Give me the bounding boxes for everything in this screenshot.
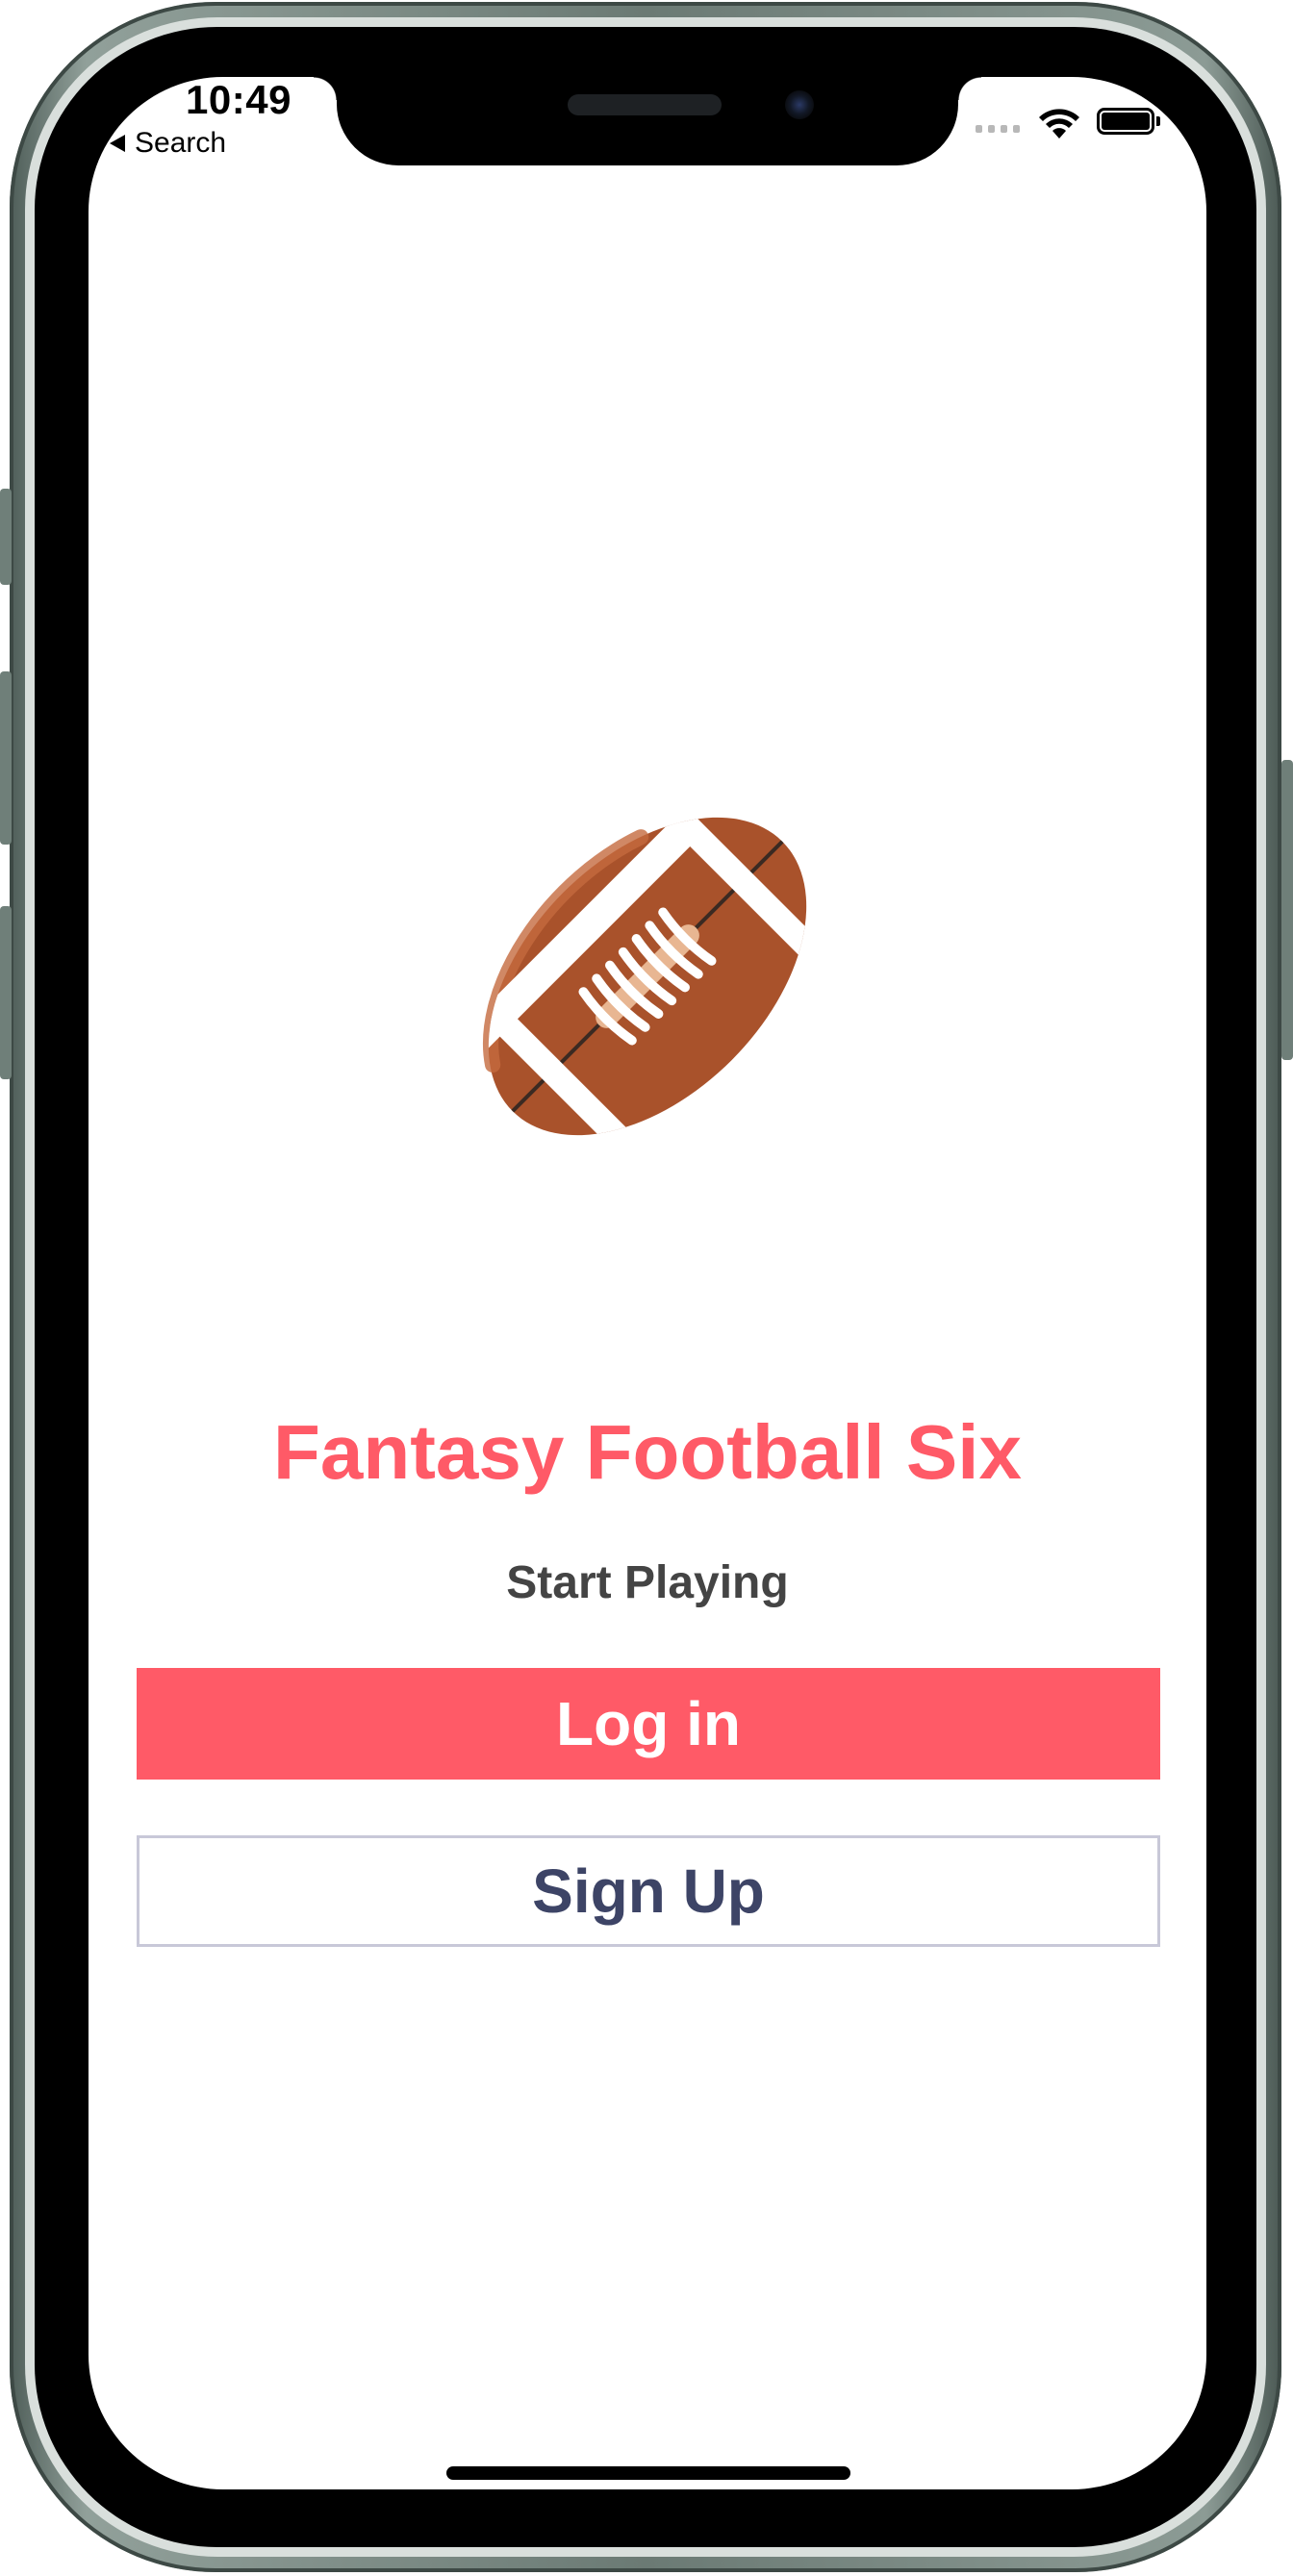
start-playing-subtitle: Start Playing — [506, 1557, 789, 1608]
back-to-search-link[interactable]: Search — [110, 127, 226, 160]
volume-down-button — [0, 906, 12, 1079]
status-time: 10:49 — [186, 77, 292, 122]
american-football-icon — [460, 789, 835, 1164]
log-in-button[interactable]: Log in — [137, 1668, 1160, 1780]
home-indicator[interactable] — [446, 2466, 850, 2480]
wifi-icon — [1039, 109, 1079, 139]
device-mockup: 10:49 Search Fantasy Football Six Start … — [0, 0, 1293, 2576]
mute-switch — [0, 489, 12, 585]
notch — [314, 77, 981, 165]
front-camera — [785, 90, 814, 119]
earpiece-speaker — [568, 94, 722, 115]
battery-icon — [1097, 108, 1160, 135]
app-screen: 10:49 Search Fantasy Football Six Start … — [89, 77, 1206, 2489]
volume-up-button — [0, 671, 12, 845]
back-link-label: Search — [135, 127, 227, 159]
power-button — [1281, 760, 1293, 1060]
cellular-signal-icon — [976, 125, 1020, 133]
back-arrow-icon — [110, 135, 125, 152]
app-title: Fantasy Football Six — [273, 1409, 1022, 1495]
sign-up-button[interactable]: Sign Up — [137, 1835, 1160, 1947]
